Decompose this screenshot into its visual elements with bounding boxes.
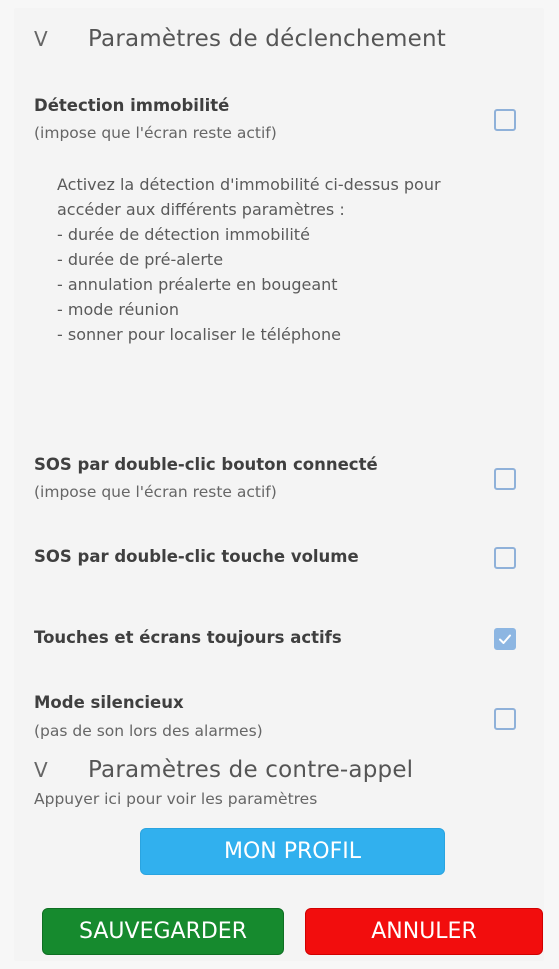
setting-title-sos-button: SOS par double-clic bouton connecté <box>34 455 378 474</box>
trigger-section-header[interactable]: V Paramètres de déclenchement <box>34 26 446 52</box>
setting-subtitle-immobility: (impose que l'écran reste actif) <box>34 124 277 142</box>
immobility-info-text: Activez la détection d'immobilité ci-des… <box>57 172 527 347</box>
setting-title-immobility: Détection immobilité <box>34 96 230 115</box>
info-list-item: - mode réunion <box>57 300 180 319</box>
setting-title-sos-volume: SOS par double-clic touche volume <box>34 547 359 566</box>
my-profile-button[interactable]: MON PROFIL <box>140 828 445 875</box>
silent-mode-checkbox[interactable] <box>494 708 516 730</box>
callback-section-title: Paramètres de contre-appel <box>88 757 414 783</box>
setting-title-always-active: Touches et écrans toujours actifs <box>34 628 342 647</box>
info-list-item: - durée de pré-alerte <box>57 250 224 269</box>
info-list-item: - durée de détection immobilité <box>57 225 310 244</box>
callback-section-header[interactable]: V Paramètres de contre-appel <box>34 757 413 783</box>
info-intro-line: Activez la détection d'immobilité ci-des… <box>57 175 441 194</box>
checkmark-icon <box>499 634 511 644</box>
info-list-item: - sonner pour localiser le téléphone <box>57 325 341 344</box>
cancel-button[interactable]: ANNULER <box>305 908 543 955</box>
immobility-checkbox[interactable] <box>494 109 516 131</box>
info-list-item: - annulation préalerte en bougeant <box>57 275 338 294</box>
setting-subtitle-silent-mode: (pas de son lors des alarmes) <box>34 722 263 740</box>
save-button[interactable]: SAUVEGARDER <box>42 908 284 955</box>
setting-subtitle-sos-button: (impose que l'écran reste actif) <box>34 483 277 501</box>
setting-title-silent-mode: Mode silencieux <box>34 693 184 712</box>
sos-volume-checkbox[interactable] <box>494 547 516 569</box>
chevron-down-icon: V <box>34 758 48 782</box>
info-intro-line: accéder aux différents paramètres : <box>57 200 345 219</box>
sos-button-checkbox[interactable] <box>494 468 516 490</box>
chevron-down-icon: V <box>34 27 48 51</box>
always-active-checkbox[interactable] <box>494 628 516 650</box>
callback-section-hint[interactable]: Appuyer ici pour voir les paramètres <box>34 790 317 808</box>
trigger-section-title: Paramètres de déclenchement <box>88 26 446 52</box>
